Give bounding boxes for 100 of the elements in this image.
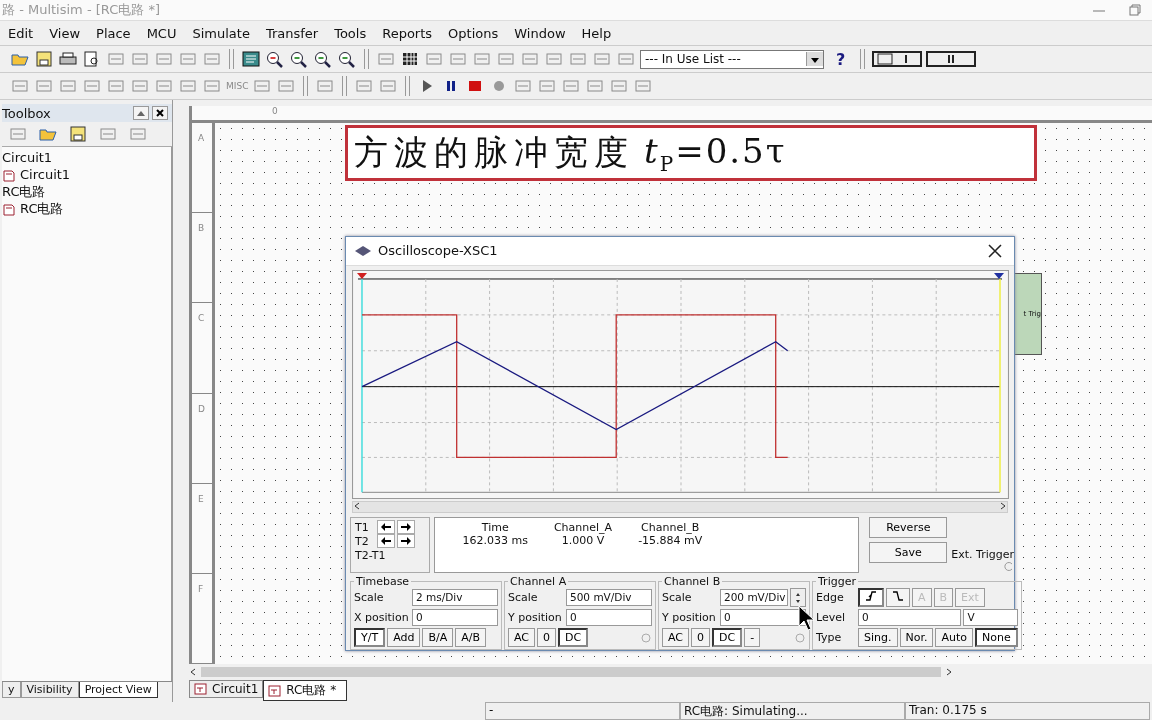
status-text: RC电路: Simulating... [680, 702, 905, 720]
printer-icon[interactable] [58, 50, 78, 68]
mode-button[interactable]: Y/T [354, 628, 386, 647]
restore-icon[interactable] [1128, 3, 1142, 17]
document-tab[interactable]: RC电路 * [263, 680, 348, 701]
terminal-icon [794, 631, 806, 644]
zoom-fit-icon[interactable] [337, 50, 357, 68]
menu-item[interactable]: Place [96, 25, 131, 41]
panel-tab[interactable]: Project View [78, 682, 158, 698]
menu-item[interactable]: Window [514, 25, 566, 41]
document-tab[interactable]: Circuit1 [189, 680, 264, 698]
mode-button[interactable]: A/B [455, 628, 486, 647]
field-label: Scale [354, 591, 385, 604]
scope-button[interactable]: Reverse [869, 517, 948, 539]
in-use-list-dropdown[interactable]: --- In Use List --- [640, 49, 824, 69]
close-button[interactable] [152, 106, 168, 120]
field-label: Level [816, 611, 847, 624]
coupling-button[interactable]: DC [558, 628, 589, 647]
monitor-icon[interactable] [241, 50, 261, 68]
help-button[interactable]: ? [836, 49, 846, 69]
mode-button[interactable]: B/A [422, 628, 454, 647]
coupling-button[interactable]: 0 [691, 628, 710, 647]
type-button[interactable]: Auto [935, 628, 973, 647]
caret-icon [137, 110, 145, 116]
right-arrow-button[interactable] [397, 520, 415, 535]
ext-trigger-label: Ext. Trigger [951, 548, 1014, 561]
type-button[interactable]: None [975, 628, 1018, 647]
coupling-button[interactable]: AC [662, 628, 689, 647]
tree-item[interactable]: RC电路 [2, 183, 171, 200]
readout-header: Time [481, 521, 509, 535]
pause-switch-icon[interactable] [926, 51, 977, 67]
field-label: Scale [662, 591, 693, 604]
menu-item[interactable]: Transfer [265, 25, 319, 41]
cursor-marker[interactable] [357, 272, 367, 279]
cursor-marker[interactable] [994, 272, 1004, 279]
tree-item[interactable]: Circuit1 [2, 166, 171, 183]
collapse-button[interactable] [133, 106, 149, 120]
left-arrow-button[interactable] [377, 534, 395, 549]
field-label: X position [354, 611, 410, 624]
falling-edge-button[interactable] [886, 588, 910, 607]
scale-field[interactable]: 200 mV/Div [720, 589, 788, 606]
unit-field[interactable]: V [963, 609, 1018, 626]
run-switch-icon[interactable] [872, 51, 923, 67]
panel-tab[interactable]: y [2, 682, 21, 698]
type-button[interactable]: Nor. [899, 628, 934, 647]
grid-icon[interactable] [400, 50, 420, 68]
cursor-label: T1 [355, 520, 370, 534]
menu-item[interactable]: Edit [8, 25, 34, 41]
field-label: Y position [508, 611, 563, 624]
readout-value: 162.033 ms [462, 534, 528, 548]
rising-edge-button[interactable] [858, 588, 884, 607]
coupling-button[interactable]: - [744, 628, 761, 647]
mode-button[interactable]: Add [387, 628, 421, 647]
menu-item[interactable]: Simulate [192, 25, 250, 41]
menu-item[interactable]: Tools [334, 25, 367, 41]
coupling-button[interactable]: 0 [537, 628, 556, 647]
ruler-label: A [192, 123, 212, 214]
menu-item[interactable]: Help [581, 25, 612, 41]
ruler-label: B [192, 213, 212, 304]
save-icon[interactable] [34, 50, 54, 68]
scale-field[interactable]: 2 ms/Div [412, 589, 498, 606]
horizontal-scrollbar[interactable] [352, 501, 1008, 514]
zoom-area-icon[interactable] [313, 50, 333, 68]
level-field[interactable]: 0 [858, 609, 962, 626]
save-icon[interactable] [68, 125, 88, 143]
position-field[interactable]: 0 [412, 609, 498, 626]
status-text: - [485, 702, 680, 720]
tree-item[interactable]: Circuit1 [2, 149, 171, 166]
menu-item[interactable]: Options [448, 25, 499, 41]
panel-title: Toolbox [2, 105, 51, 121]
type-button[interactable]: Sing. [858, 628, 898, 647]
terminal-icon [640, 631, 652, 644]
formula: t$_{P}$=0.5τ [644, 130, 787, 176]
terminal-icon [1002, 561, 1014, 571]
close-icon[interactable] [988, 243, 1002, 258]
spinner-control[interactable] [790, 588, 806, 607]
scale-field[interactable]: 500 mV/Div [566, 589, 652, 606]
status-text: Tran: 0.175 s [905, 702, 1150, 720]
banner-text: 方波的脉冲宽度 [354, 131, 634, 174]
group-title: Trigger [817, 575, 857, 588]
ruler-label: 0 [272, 106, 278, 118]
window-title: Oscilloscope-XSC1 [378, 243, 498, 259]
field-label: Scale [508, 591, 539, 604]
left-arrow-button[interactable] [377, 520, 395, 535]
tree-item[interactable]: RC电路 [2, 200, 171, 217]
coupling-button[interactable]: AC [508, 628, 535, 647]
panel-tab[interactable]: Visibility [20, 682, 79, 698]
right-arrow-button[interactable] [397, 534, 415, 549]
oscilloscope-icon [354, 244, 372, 257]
menu-item[interactable]: Reports [382, 25, 433, 41]
schematic-icon [268, 683, 283, 698]
menu-item[interactable]: View [49, 25, 81, 41]
position-field[interactable]: 0 [720, 609, 806, 626]
coupling-button[interactable]: DC [712, 628, 743, 647]
scope-button[interactable]: Save [869, 542, 948, 564]
zoom-out-icon[interactable] [289, 50, 309, 68]
zoom-in-icon[interactable] [265, 50, 285, 68]
position-field[interactable]: 0 [566, 609, 652, 626]
field-label: Type [816, 631, 843, 644]
menu-item[interactable]: MCU [146, 25, 177, 41]
